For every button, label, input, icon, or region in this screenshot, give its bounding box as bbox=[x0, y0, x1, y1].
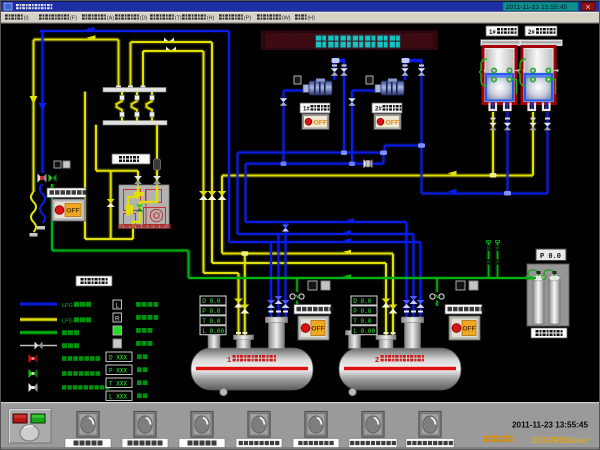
svg-text:2011-11-23 13:55:45: 2011-11-23 13:55:45 bbox=[506, 4, 568, 11]
svg-text:R: R bbox=[115, 316, 120, 322]
svg-text:2#: 2# bbox=[528, 30, 535, 36]
svg-text:P XXX: P XXX bbox=[109, 367, 127, 374]
svg-text:T 0.0: T 0.0 bbox=[202, 318, 221, 325]
svg-text:D 0.0: D 0.0 bbox=[353, 298, 372, 305]
svg-text:L 0.00: L 0.00 bbox=[202, 328, 224, 335]
svg-text:(F): (F) bbox=[70, 15, 77, 21]
svg-text:(A): (A) bbox=[107, 15, 114, 21]
svg-text:2#: 2# bbox=[375, 107, 382, 113]
svg-text:1: 1 bbox=[227, 355, 231, 364]
svg-text:P 0.0: P 0.0 bbox=[202, 308, 221, 315]
svg-text:L XXX: L XXX bbox=[109, 393, 127, 400]
svg-text:D 0.0: D 0.0 bbox=[202, 298, 221, 305]
svg-text:OFF: OFF bbox=[314, 119, 328, 126]
svg-text:LPG: LPG bbox=[62, 319, 73, 325]
svg-text:OFF: OFF bbox=[462, 326, 475, 333]
svg-text:D XXX: D XXX bbox=[109, 354, 127, 361]
svg-text:(P): (P) bbox=[244, 15, 251, 21]
svg-text:(I): (I) bbox=[24, 15, 29, 21]
svg-text:CONTROXUser: CONTROXUser bbox=[531, 436, 588, 445]
svg-text:(T): (T) bbox=[175, 15, 182, 21]
svg-text:LPG: LPG bbox=[62, 303, 73, 309]
svg-text:(H): (H) bbox=[307, 15, 315, 21]
svg-text:(D): (D) bbox=[140, 15, 148, 21]
svg-text:1#: 1# bbox=[489, 30, 496, 36]
svg-text::: : bbox=[516, 438, 518, 445]
svg-text:(H): (H) bbox=[207, 15, 215, 21]
svg-text:L 0.00: L 0.00 bbox=[353, 328, 375, 335]
svg-text:P 0.0: P 0.0 bbox=[353, 308, 372, 315]
svg-text:(W): (W) bbox=[282, 15, 291, 21]
svg-text:2011-11-23 13:55:45: 2011-11-23 13:55:45 bbox=[512, 421, 588, 430]
svg-text:T 0.0: T 0.0 bbox=[353, 318, 372, 325]
svg-text:T XXX: T XXX bbox=[109, 380, 127, 387]
svg-text:OFF: OFF bbox=[386, 119, 400, 126]
svg-text:P 0.0: P 0.0 bbox=[540, 253, 561, 261]
svg-text:✕: ✕ bbox=[585, 4, 591, 11]
svg-text:OFF: OFF bbox=[66, 208, 79, 215]
svg-text:OFF: OFF bbox=[311, 326, 324, 333]
svg-text:1#: 1# bbox=[303, 107, 310, 113]
svg-text:2: 2 bbox=[375, 355, 379, 364]
